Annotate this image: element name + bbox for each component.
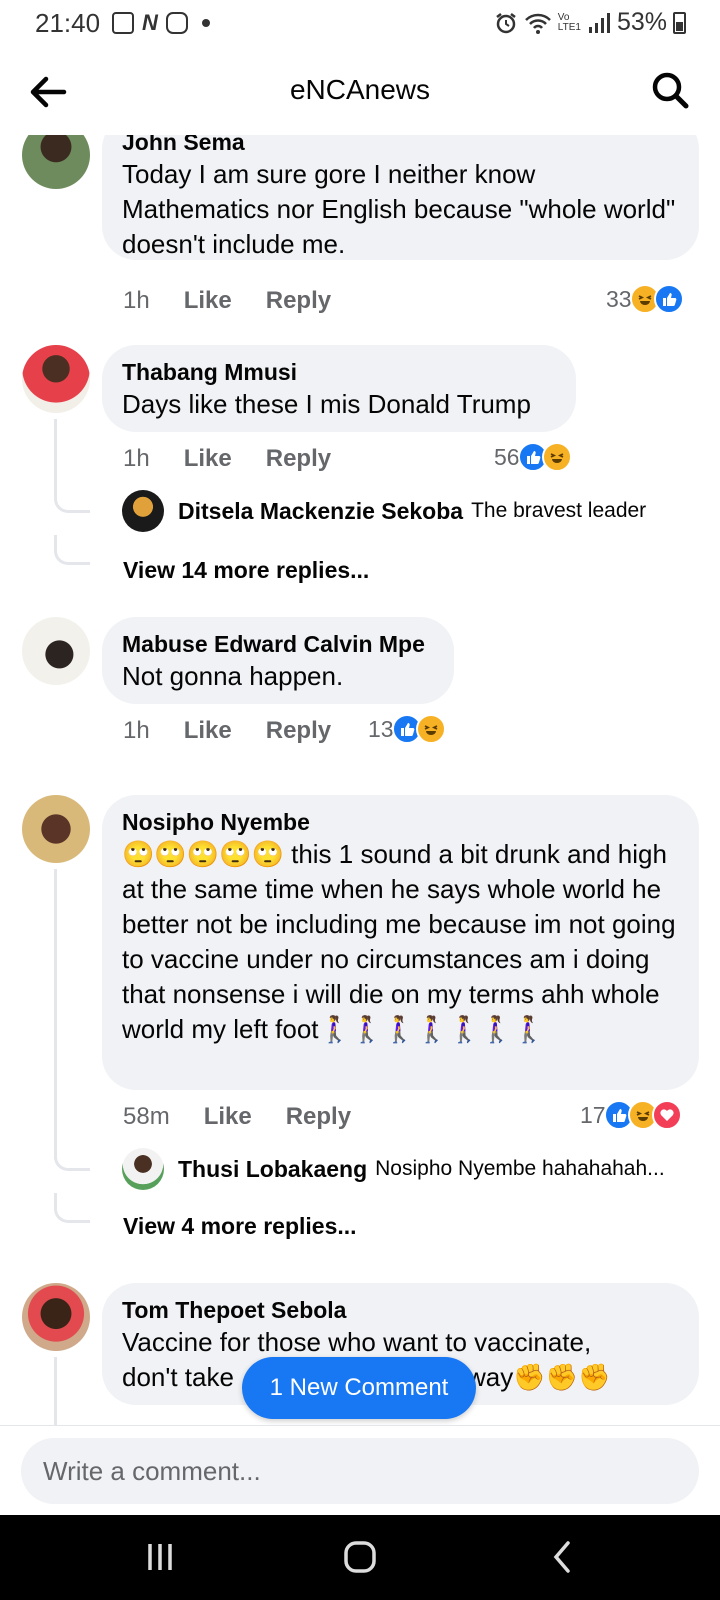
lte-icon: Vo LTE1 [557,11,581,33]
comment-text: Days like these I mis Donald Trump [122,389,531,419]
home-button[interactable] [338,1537,382,1577]
reply-text: The bravest leader [471,499,647,522]
reaction-summary[interactable]: 13 [368,714,446,744]
comment-author[interactable]: Thabang Mmusi [122,357,556,387]
reply-author[interactable]: Thusi Lobakaeng [178,1156,367,1183]
recent-apps-icon [148,1544,172,1570]
thread-line [54,1357,57,1425]
comment-author[interactable]: Mabuse Edward Calvin Mpe [122,629,434,659]
comment-author[interactable]: John Sema [122,135,679,157]
reply-button[interactable]: Reply [266,445,331,473]
comment-time[interactable]: 1h [123,445,150,473]
reply-author[interactable]: Ditsela Mackenzie Sekoba [178,498,463,525]
like-button[interactable]: Like [184,717,232,745]
avatar[interactable] [22,1283,90,1351]
instagram-notification-icon [165,12,188,34]
comment-author[interactable]: Tom Thepoet Sebola [122,1295,679,1325]
alarm-icon [496,12,516,33]
comment-actions: 1h Like Reply [123,445,331,473]
reaction-count: 17 [580,1101,606,1128]
like-reaction-icon [653,284,684,314]
comment-text-fragment: don't take [122,1362,234,1392]
comment-actions: 58m Like Reply [123,1103,351,1131]
thread-connector [54,535,90,565]
signal-icon [588,12,610,33]
comment-time[interactable]: 1h [123,717,150,745]
haha-reaction-icon [541,442,572,472]
avatar[interactable] [122,490,164,532]
thread-connector [54,1151,90,1171]
reaction-count: 56 [494,443,520,470]
comment-author[interactable]: Nosipho Nyembe [122,807,679,837]
comment-composer [0,1425,720,1515]
reply-preview[interactable]: Thusi Lobakaeng Nosipho Nyembe hahahahah… [122,1148,665,1190]
reaction-summary[interactable]: 33 [606,284,684,314]
system-navigation-bar [0,1515,720,1600]
comment-time[interactable]: 58m [123,1103,170,1131]
search-icon [652,72,689,109]
new-comment-button[interactable]: 1 New Comment [242,1357,476,1419]
comment-bubble[interactable]: Thabang Mmusi Days like these I mis Dona… [102,345,576,432]
comment-bubble[interactable]: Nosipho Nyembe 🙄🙄🙄🙄🙄 this 1 sound a bit … [102,795,699,1090]
more-notifications-icon [201,19,210,27]
back-nav-button[interactable] [540,1537,584,1577]
reaction-summary[interactable]: 17 [580,1100,682,1130]
battery-level: 53% [616,8,667,36]
avatar[interactable] [22,345,90,413]
love-reaction-icon [651,1100,682,1130]
view-more-replies-link[interactable]: View 14 more replies... [123,557,369,584]
comment-text: Not gonna happen. [122,661,344,691]
reply-preview[interactable]: Ditsela Mackenzie Sekoba The bravest lea… [122,490,646,532]
reaction-count: 33 [606,285,632,312]
battery-icon [673,11,686,34]
view-more-replies-link[interactable]: View 4 more replies... [123,1213,357,1240]
reply-text: Nosipho Nyembe hahahahah... [375,1157,665,1180]
comment-text-fragment: way✊✊✊ [467,1362,611,1392]
avatar[interactable] [122,1148,164,1190]
app-header: eNCAnews [0,56,720,126]
notification-icons: N [112,10,210,36]
comment-text: Today I am sure gore I neither know Math… [122,159,676,259]
avatar[interactable] [22,617,90,685]
thread-connector [54,1193,90,1223]
reply-button[interactable]: Reply [286,1103,351,1131]
comment-bubble[interactable]: Mabuse Edward Calvin Mpe Not gonna happe… [102,617,454,704]
comment-actions: 1h Like Reply [123,717,331,745]
thread-line [54,869,57,1159]
like-button[interactable]: Like [184,287,232,315]
avatar[interactable] [22,795,90,863]
thread-line [54,419,57,499]
comment-actions: 1h Like Reply [123,287,331,315]
reply-button[interactable]: Reply [266,717,331,745]
thread-connector [54,493,90,513]
reply-button[interactable]: Reply [266,287,331,315]
reaction-summary[interactable]: 56 [494,442,572,472]
chevron-left-icon [553,1541,570,1573]
comment-text: 🙄🙄🙄🙄🙄 this 1 sound a bit drunk and high … [122,839,676,1044]
comment-text-line: Vaccine for those who want to vaccinate, [122,1327,592,1357]
wifi-icon [524,13,551,34]
system-status-icons: Vo LTE1 53% [494,8,686,37]
page-title: eNCAnews [289,74,431,105]
haha-reaction-icon [415,714,446,744]
status-bar: 21:40 N Vo LTE1 53% [0,0,720,46]
avatar[interactable] [22,135,90,189]
status-time: 21:40 [35,8,101,38]
comment-input[interactable] [21,1438,699,1504]
home-icon [344,1541,376,1573]
comment-bubble[interactable]: John Sema Today I am sure gore I neither… [102,135,699,260]
news-notification-icon: N [142,10,158,35]
recent-apps-button[interactable] [138,1537,182,1577]
search-button[interactable] [650,70,690,110]
comment-feed[interactable]: John Sema Today I am sure gore I neither… [0,135,720,1425]
comment-time[interactable]: 1h [123,287,150,315]
like-button[interactable]: Like [204,1103,252,1131]
reaction-count: 13 [368,715,394,742]
like-button[interactable]: Like [184,445,232,473]
gallery-notification-icon [112,12,134,34]
